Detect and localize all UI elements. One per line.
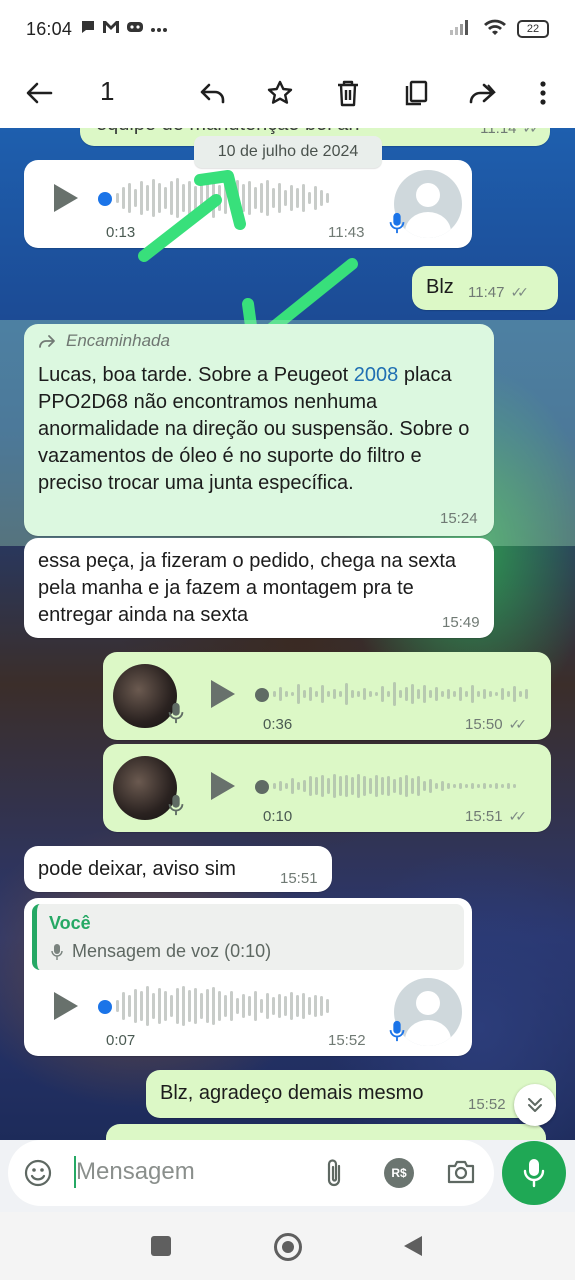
date-chip: 10 de julho de 2024 (194, 136, 382, 168)
message-icon (80, 19, 96, 40)
play-icon[interactable] (54, 184, 78, 212)
mic-icon (523, 1159, 545, 1188)
text-message-in[interactable]: essa peça, ja fizeram o pedido, chega na… (24, 538, 494, 638)
message-input[interactable]: Mensagem (76, 1158, 195, 1186)
forward-button[interactable] (462, 72, 504, 114)
reply-icon (200, 83, 225, 104)
system-nav-bar (0, 1212, 575, 1280)
partial-message[interactable] (106, 1124, 546, 1140)
play-icon[interactable] (211, 680, 235, 708)
play-icon[interactable] (211, 772, 235, 800)
mic-icon (389, 212, 405, 234)
overflow-menu-icon (540, 81, 546, 105)
back-nav-button[interactable] (402, 1234, 424, 1258)
compose-bar: Mensagem R$ (8, 1140, 494, 1206)
waveform[interactable] (273, 766, 516, 806)
mic-icon (168, 702, 184, 724)
voice-duration: 0:07 (106, 1032, 136, 1049)
forwarded-label: Encaminhada (38, 331, 170, 351)
payment-icon[interactable]: R$ (384, 1158, 414, 1188)
waveform[interactable] (273, 674, 528, 714)
quoted-message[interactable]: Você Mensagem de voz (0:10) (32, 904, 464, 970)
message-text: Lucas, boa tarde. Sobre a Peugeot 2008 p… (38, 364, 470, 494)
quote-text: Mensagem de voz (0:10) (72, 941, 272, 961)
play-icon[interactable] (54, 992, 78, 1020)
playback-position[interactable] (255, 688, 269, 702)
emoji-icon[interactable] (24, 1159, 52, 1187)
playback-position[interactable] (98, 192, 112, 206)
back-icon (26, 82, 53, 104)
message-time: 15:49 (442, 614, 480, 631)
playback-position[interactable] (255, 780, 269, 794)
chat-area[interactable]: equipe de manutenção boi an 11:14✓✓ 0:13… (0, 128, 575, 1140)
status-time: 16:04 (26, 18, 73, 39)
voice-duration: 0:36 (263, 716, 293, 733)
forwarded-message[interactable]: Encaminhada Lucas, boa tarde. Sobre a Pe… (24, 324, 494, 536)
star-button[interactable] (259, 72, 301, 114)
delete-button[interactable] (327, 72, 369, 114)
playback-position[interactable] (98, 1000, 112, 1014)
signal-icon (449, 18, 473, 41)
scroll-to-bottom-button[interactable] (514, 1084, 556, 1126)
message-time: 15:51 ✓✓ (465, 808, 527, 825)
message-time: 11:14 ✓✓ (480, 128, 541, 137)
selection-toolbar: 1 (0, 58, 575, 128)
star-icon (267, 80, 293, 104)
quote-author: Você (49, 913, 91, 933)
back-button[interactable] (18, 72, 60, 114)
overflow-menu-button[interactable] (522, 72, 564, 114)
text-message-out[interactable]: Blz, agradeço demais mesmo 15:52 (146, 1070, 556, 1118)
selected-count: 1 (100, 76, 115, 106)
message-time: 15:50 ✓✓ (465, 716, 527, 733)
chevron-double-down-icon (528, 1098, 542, 1112)
message-time: 15:51 (280, 870, 318, 887)
delete-icon (338, 80, 358, 107)
waveform[interactable] (116, 986, 329, 1026)
copy-button[interactable] (395, 72, 437, 114)
recents-button[interactable] (151, 1236, 171, 1256)
voice-message-out[interactable]: 0:36 15:50 ✓✓ (103, 652, 551, 740)
message-time: 15:24 (440, 510, 478, 527)
voice-duration: 0:10 (263, 808, 293, 825)
record-voice-button[interactable] (502, 1141, 566, 1205)
forward-icon (469, 83, 496, 104)
text-message-in[interactable]: pode deixar, aviso sim 15:51 (24, 846, 332, 892)
more-dots-icon (150, 20, 168, 38)
home-button[interactable] (274, 1233, 302, 1261)
copy-icon (405, 80, 428, 106)
wifi-icon (483, 18, 507, 41)
voice-message-in-reply[interactable]: Você Mensagem de voz (0:10) 0:07 15:52 (24, 898, 472, 1056)
notification-icons (80, 19, 168, 40)
mic-icon (389, 1020, 405, 1042)
forwarded-icon (39, 335, 55, 348)
message-time: 15:52 (468, 1096, 506, 1113)
message-time: 11:47 ✓✓ (468, 284, 529, 301)
message-time: 15:52 (328, 1032, 366, 1049)
link-text[interactable]: 2008 (354, 364, 399, 386)
attach-icon[interactable] (324, 1158, 344, 1188)
game-icon (126, 20, 144, 39)
battery-indicator: 22 (517, 20, 549, 38)
camera-icon[interactable] (446, 1159, 476, 1185)
voice-message-out[interactable]: 0:10 15:51 ✓✓ (103, 744, 551, 832)
mic-icon (51, 944, 63, 960)
reply-button[interactable] (192, 72, 234, 114)
text-message-out[interactable]: Blz 11:47 ✓✓ (412, 266, 558, 310)
status-bar: 16:04 22 (0, 0, 575, 58)
gmail-icon (102, 20, 120, 39)
mic-icon (168, 794, 184, 816)
